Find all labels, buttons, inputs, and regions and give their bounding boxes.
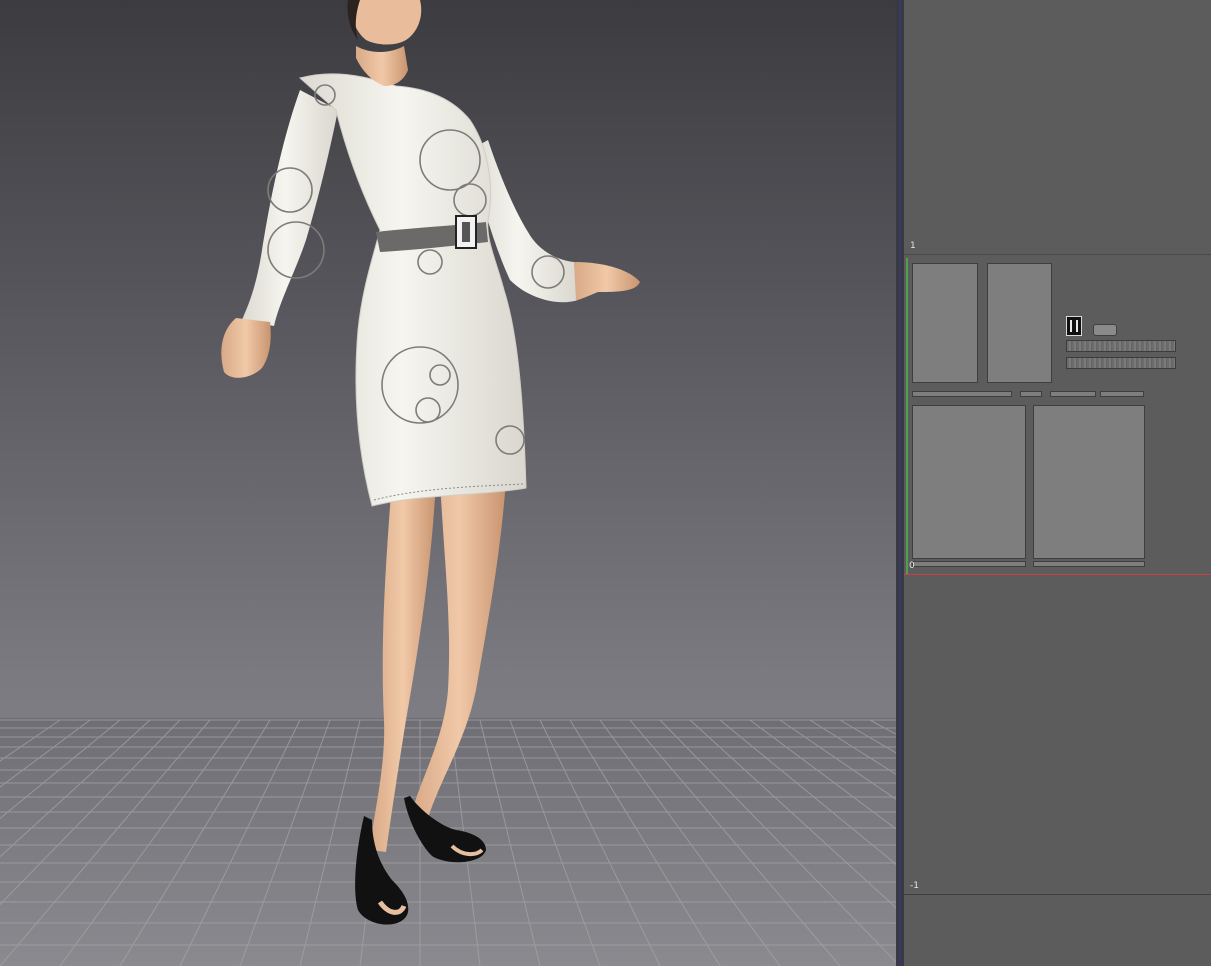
avatar-dress <box>298 73 527 507</box>
axis-label-zero: 0 <box>909 561 915 571</box>
avatar-left-arm <box>242 90 338 326</box>
buckle-icon <box>455 215 477 249</box>
splitter-accent-line <box>899 0 901 966</box>
pattern-piece-cuff-1[interactable] <box>912 391 1012 397</box>
grid-line-top <box>904 254 1211 255</box>
belt-loop-piece[interactable] <box>1093 324 1117 336</box>
pattern-piece-hem-back[interactable] <box>1033 561 1145 567</box>
pattern-piece-back-bodice[interactable] <box>1033 405 1145 559</box>
avatar-left-hand <box>221 318 271 378</box>
pattern-piece-front-bodice[interactable] <box>912 405 1026 559</box>
y-axis-line <box>906 258 908 574</box>
pattern-piece-hem-front[interactable] <box>912 561 1026 567</box>
axis-label-top: 1 <box>910 241 916 251</box>
grid-line-bottom <box>904 894 1211 895</box>
view-splitter[interactable] <box>896 0 904 966</box>
pattern-piece-sleeve-left[interactable] <box>912 263 978 383</box>
3d-scene[interactable] <box>0 0 896 966</box>
pattern-piece-cuff-4[interactable] <box>1100 391 1144 397</box>
pattern-piece-cuff-3[interactable] <box>1050 391 1096 397</box>
avatar-right-hand <box>574 262 640 300</box>
pattern-piece-belt-1[interactable] <box>1066 340 1176 352</box>
axis-label-bottom: -1 <box>910 881 919 891</box>
pattern-piece-cuff-2[interactable] <box>1020 391 1042 397</box>
x-axis-line <box>904 574 1211 575</box>
2d-pattern-view[interactable]: 1 0 -1 <box>904 0 1211 966</box>
avatar-head <box>350 0 422 45</box>
3d-viewport[interactable] <box>0 0 896 966</box>
buckle-icon[interactable] <box>1066 316 1082 336</box>
pattern-piece-belt-2[interactable] <box>1066 357 1176 369</box>
pattern-piece-sleeve-right[interactable] <box>987 263 1052 383</box>
